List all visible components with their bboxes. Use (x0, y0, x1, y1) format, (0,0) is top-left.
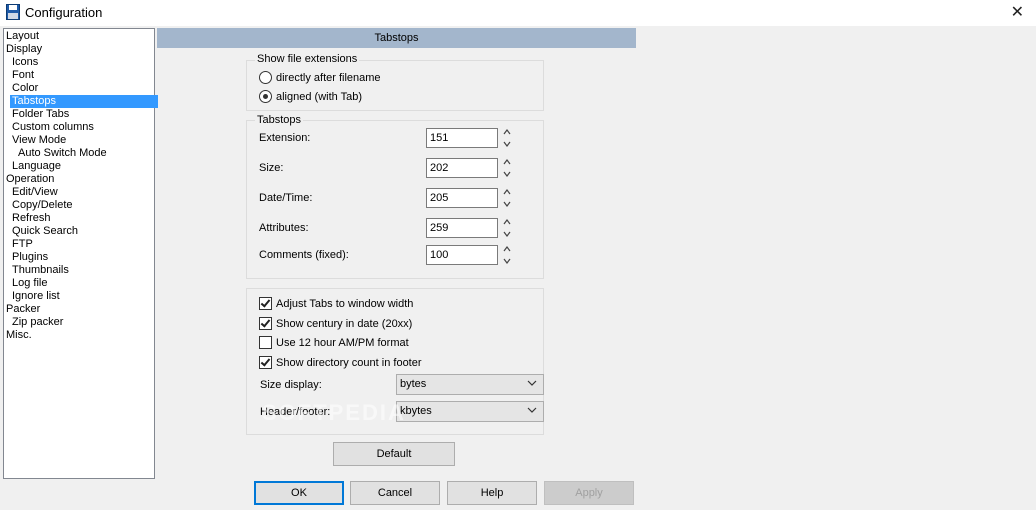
tabstop-input[interactable]: 151 (426, 128, 498, 148)
spin-updown-icon[interactable] (502, 157, 512, 179)
tree-item[interactable]: Folder Tabs (10, 108, 71, 121)
tree-item[interactable]: Font (10, 69, 36, 82)
checkbox-checked[interactable] (259, 355, 272, 369)
tabstop-label: Date/Time: (259, 192, 313, 204)
tree-item[interactable]: Thumbnails (10, 264, 71, 277)
tabstops-title: Tabstops (255, 114, 304, 127)
tree-item[interactable]: Display (4, 43, 44, 56)
tabstop-input[interactable]: 205 (426, 188, 498, 208)
tree-item[interactable]: Icons (10, 56, 40, 69)
radio-ext-aligned-tab[interactable]: aligned (with Tab) (259, 89, 362, 105)
checkbox-label: Show directory count in footer (276, 356, 422, 369)
tabstop-input[interactable]: 202 (426, 158, 498, 178)
tree-item[interactable]: FTP (10, 238, 35, 251)
tree-item[interactable]: Misc. (4, 329, 34, 342)
close-icon[interactable]: ✕ (1011, 2, 1024, 22)
tree-item[interactable]: Auto Switch Mode (16, 147, 109, 160)
spin-updown-icon[interactable] (502, 127, 512, 149)
chevron-down-icon (527, 380, 537, 386)
option-checkbox[interactable]: Show century in date (20xx) (259, 316, 412, 332)
ok-button[interactable]: OK (254, 481, 344, 505)
checkbox-label: Use 12 hour AM/PM format (276, 337, 409, 349)
checkbox-unchecked[interactable] (259, 336, 272, 349)
cancel-button[interactable]: Cancel (350, 481, 440, 505)
help-button[interactable]: Help (447, 481, 537, 505)
option-checkbox[interactable]: Show directory count in footer (259, 355, 422, 371)
radio-button-selected[interactable] (259, 90, 272, 103)
size-display-select[interactable]: bytes (396, 374, 544, 395)
option-checkbox[interactable]: Use 12 hour AM/PM format (259, 335, 409, 351)
tree-item[interactable]: Quick Search (10, 225, 80, 238)
tabstop-input[interactable]: 259 (426, 218, 498, 238)
tree-item[interactable]: Tabstops (10, 95, 158, 108)
tabstop-label: Extension: (259, 132, 311, 144)
tree-item[interactable]: Custom columns (10, 121, 96, 134)
tree-item[interactable]: Layout (4, 30, 41, 43)
title-bar: Configuration ✕ (0, 0, 1036, 26)
tree-item[interactable]: Zip packer (10, 316, 65, 329)
category-tree[interactable]: Layout Display Icons Font Color Tabstops Folde… (3, 28, 158, 479)
tabstop-input[interactable]: 100 (426, 245, 498, 265)
radio-ext-after-filename[interactable]: directly after filename (259, 70, 381, 86)
tree-item[interactable]: Copy/Delete (10, 199, 75, 212)
tree-item[interactable]: Language (10, 160, 63, 173)
spin-updown-icon[interactable] (502, 187, 512, 209)
show-extensions-title: Show file extensions (255, 53, 360, 66)
tree-item[interactable]: Plugins (10, 251, 50, 264)
tree-item[interactable]: Ignore list (10, 290, 62, 303)
chevron-down-icon (527, 407, 537, 413)
option-checkbox[interactable]: Adjust Tabs to window width (259, 296, 413, 312)
header-footer-label: Header/footer: (260, 406, 331, 418)
spin-updown-icon[interactable] (502, 217, 512, 239)
window-title: Configuration (25, 5, 103, 20)
size-display-label: Size display: (260, 379, 322, 391)
tabstop-label: Attributes: (259, 222, 309, 234)
apply-button[interactable]: Apply (544, 481, 634, 505)
page-header: Tabstops (157, 28, 636, 48)
checkbox-checked[interactable] (259, 316, 272, 330)
tree-item[interactable]: Color (10, 82, 40, 95)
header-footer-select[interactable]: kbytes (396, 401, 544, 422)
tabstop-label: Comments (fixed): (259, 249, 349, 261)
default-button[interactable]: Default (333, 442, 455, 466)
radio-button[interactable] (259, 71, 272, 84)
tree-item[interactable]: Log file (10, 277, 49, 290)
tree-item[interactable]: Refresh (10, 212, 53, 225)
tree-item[interactable]: Edit/View (10, 186, 60, 199)
checkbox-checked[interactable] (259, 297, 272, 310)
tree-item[interactable]: View Mode (10, 134, 68, 147)
floppy-disk-icon (6, 4, 20, 20)
spin-updown-icon[interactable] (502, 244, 512, 266)
checkbox-label: Show century in date (20xx) (276, 317, 413, 330)
tabstop-label: Size: (259, 162, 284, 174)
tree-item[interactable]: Packer (4, 303, 42, 316)
checkbox-label: Adjust Tabs to window width (276, 298, 414, 310)
tree-item[interactable]: Operation (4, 173, 56, 186)
